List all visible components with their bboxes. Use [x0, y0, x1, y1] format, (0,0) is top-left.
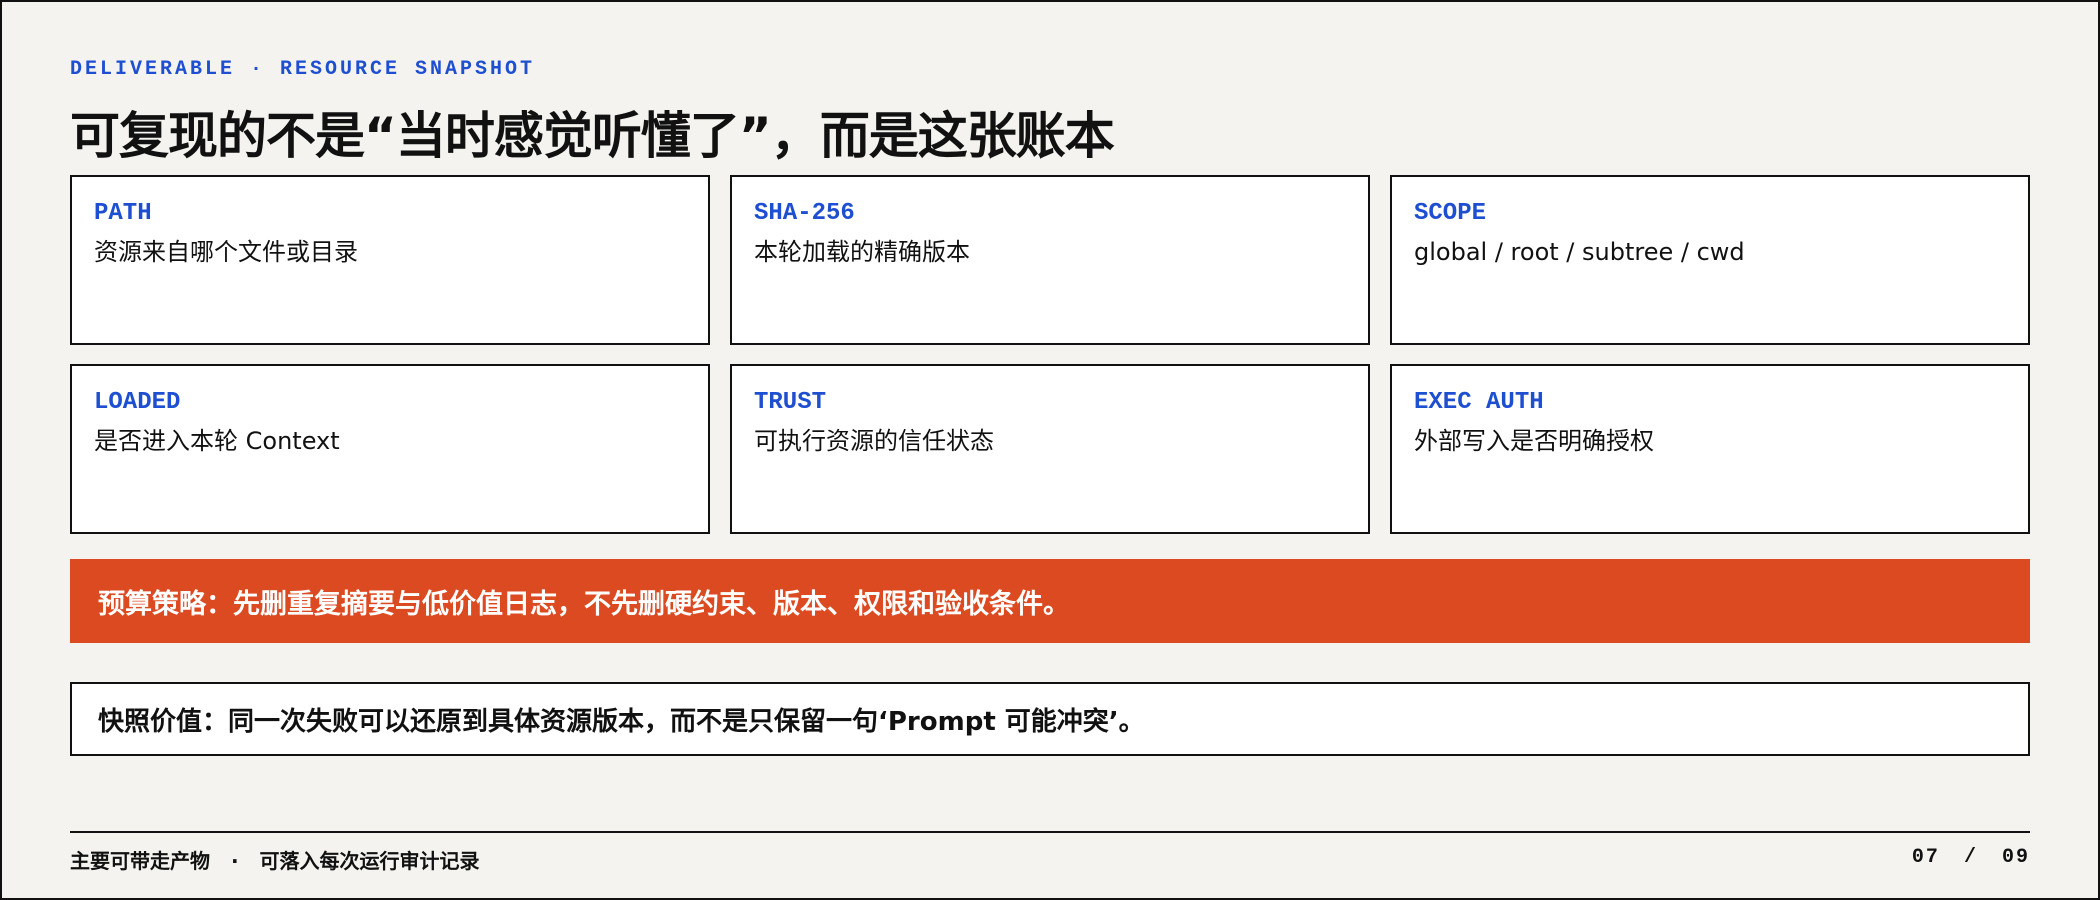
footer-caption: 主要可带走产物 · 可落入每次运行审计记录: [70, 845, 480, 874]
card-description: 本轮加载的精确版本: [754, 238, 970, 267]
card-description: 是否进入本轮 Context: [94, 427, 340, 456]
page-separator: /: [1963, 846, 1978, 869]
page-current: 07: [1911, 846, 1940, 869]
card-label: SHA-256: [754, 200, 855, 227]
snapshot-value-note: 快照价值：同一次失败可以还原到具体资源版本，而不是只保留一句‘Prompt 可能…: [70, 682, 2030, 756]
card-label: PATH: [94, 200, 152, 227]
page-indicator: 07 / 09: [1912, 846, 2030, 869]
card-description: global / root / subtree / cwd: [1414, 238, 1745, 267]
card-description: 可执行资源的信任状态: [754, 427, 994, 456]
card-description: 外部写入是否明确授权: [1414, 427, 1654, 456]
card-path: PATH 资源来自哪个文件或目录: [70, 175, 710, 345]
snapshot-field-grid: PATH 资源来自哪个文件或目录 SHA-256 本轮加载的精确版本 SCOPE…: [70, 175, 2030, 534]
card-label: EXEC AUTH: [1414, 389, 1544, 416]
card-trust: TRUST 可执行资源的信任状态: [730, 364, 1370, 534]
note-text: 快照价值：同一次失败可以还原到具体资源版本，而不是只保留一句‘Prompt 可能…: [98, 706, 1145, 737]
page-total: 09: [2001, 846, 2030, 869]
card-label: TRUST: [754, 389, 827, 416]
banner-text: 预算策略：先删重复摘要与低价值日志，不先删硬约束、版本、权限和验收条件。: [98, 588, 1070, 620]
card-exec-auth: EXEC AUTH 外部写入是否明确授权: [1390, 364, 2030, 534]
footer-caption-secondary: 可落入每次运行审计记录: [259, 849, 480, 873]
budget-strategy-banner: 预算策略：先删重复摘要与低价值日志，不先删硬约束、版本、权限和验收条件。: [70, 559, 2030, 643]
card-sha256: SHA-256 本轮加载的精确版本: [730, 175, 1370, 345]
card-label: LOADED: [94, 389, 181, 416]
card-loaded: LOADED 是否进入本轮 Context: [70, 364, 710, 534]
footer-separator: ·: [230, 849, 239, 873]
card-description: 资源来自哪个文件或目录: [94, 238, 358, 267]
footer-caption-primary: 主要可带走产物: [70, 849, 210, 873]
eyebrow-label: DELIVERABLE · RESOURCE SNAPSHOT: [70, 58, 536, 81]
card-label: SCOPE: [1414, 200, 1487, 227]
card-scope: SCOPE global / root / subtree / cwd: [1390, 175, 2030, 345]
slide-title: 可复现的不是“当时感觉听懂了”，而是这张账本: [70, 107, 1115, 165]
footer-divider: [70, 831, 2030, 833]
